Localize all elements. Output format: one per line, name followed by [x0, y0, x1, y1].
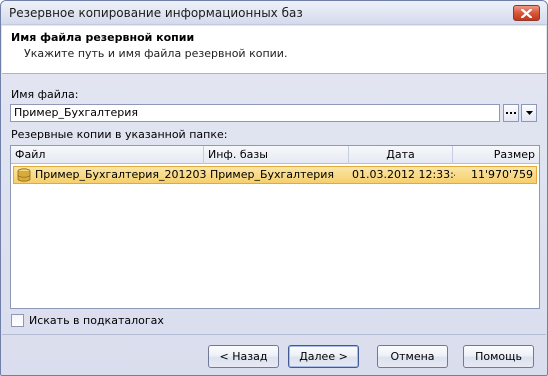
file-name-label: Имя файла:	[11, 88, 79, 101]
file-name-input[interactable]: Пример_Бухгалтерия	[10, 104, 500, 122]
column-header-base[interactable]: Инф. базы	[204, 146, 349, 164]
cell-size: 11'970'759	[470, 168, 533, 181]
footer-divider	[2, 334, 546, 335]
backups-label: Резервные копии в указанной папке:	[11, 128, 228, 141]
backup-list[interactable]: Файл Инф. базы Дата Размер Пример_Бухгал…	[10, 145, 540, 309]
history-dropdown-button[interactable]	[521, 104, 537, 122]
list-header: Файл Инф. базы Дата Размер	[11, 146, 539, 164]
cell-date: 01.03.2012 12:33:47	[352, 168, 455, 181]
chevron-down-icon	[525, 111, 533, 115]
cancel-button[interactable]: Отмена	[377, 345, 448, 368]
search-subfolders-label[interactable]: Искать в подкаталогах	[29, 314, 164, 327]
column-header-size[interactable]: Размер	[453, 146, 539, 164]
backup-wizard-window: Резервное копирование информационных баз…	[0, 0, 548, 376]
ellipsis-icon	[506, 112, 516, 114]
window-title: Резервное копирование информационных баз	[9, 6, 303, 20]
next-button[interactable]: Далее >	[288, 345, 359, 368]
back-button[interactable]: < Назад	[208, 345, 279, 368]
page-subtitle: Укажите путь и имя файла резервной копии…	[24, 47, 288, 60]
search-subfolders-checkbox[interactable]	[11, 314, 24, 327]
cell-file: Пример_Бухгалтерия_2012030...	[35, 168, 206, 181]
title-bar: Резервное копирование информационных баз	[1, 1, 547, 25]
database-icon	[16, 168, 32, 182]
help-button[interactable]: Помощь	[463, 345, 534, 368]
column-header-file[interactable]: Файл	[11, 146, 204, 164]
column-header-date[interactable]: Дата	[349, 146, 453, 164]
close-icon	[521, 8, 532, 18]
close-button[interactable]	[513, 5, 540, 21]
cell-base: Пример_Бухгалтерия	[210, 168, 334, 181]
page-title: Имя файла резервной копии	[11, 31, 195, 44]
browse-button[interactable]	[503, 104, 519, 122]
table-row[interactable]: Пример_Бухгалтерия_2012030... Пример_Бух…	[13, 166, 537, 184]
wizard-header: Имя файла резервной копии Укажите путь и…	[2, 26, 546, 74]
